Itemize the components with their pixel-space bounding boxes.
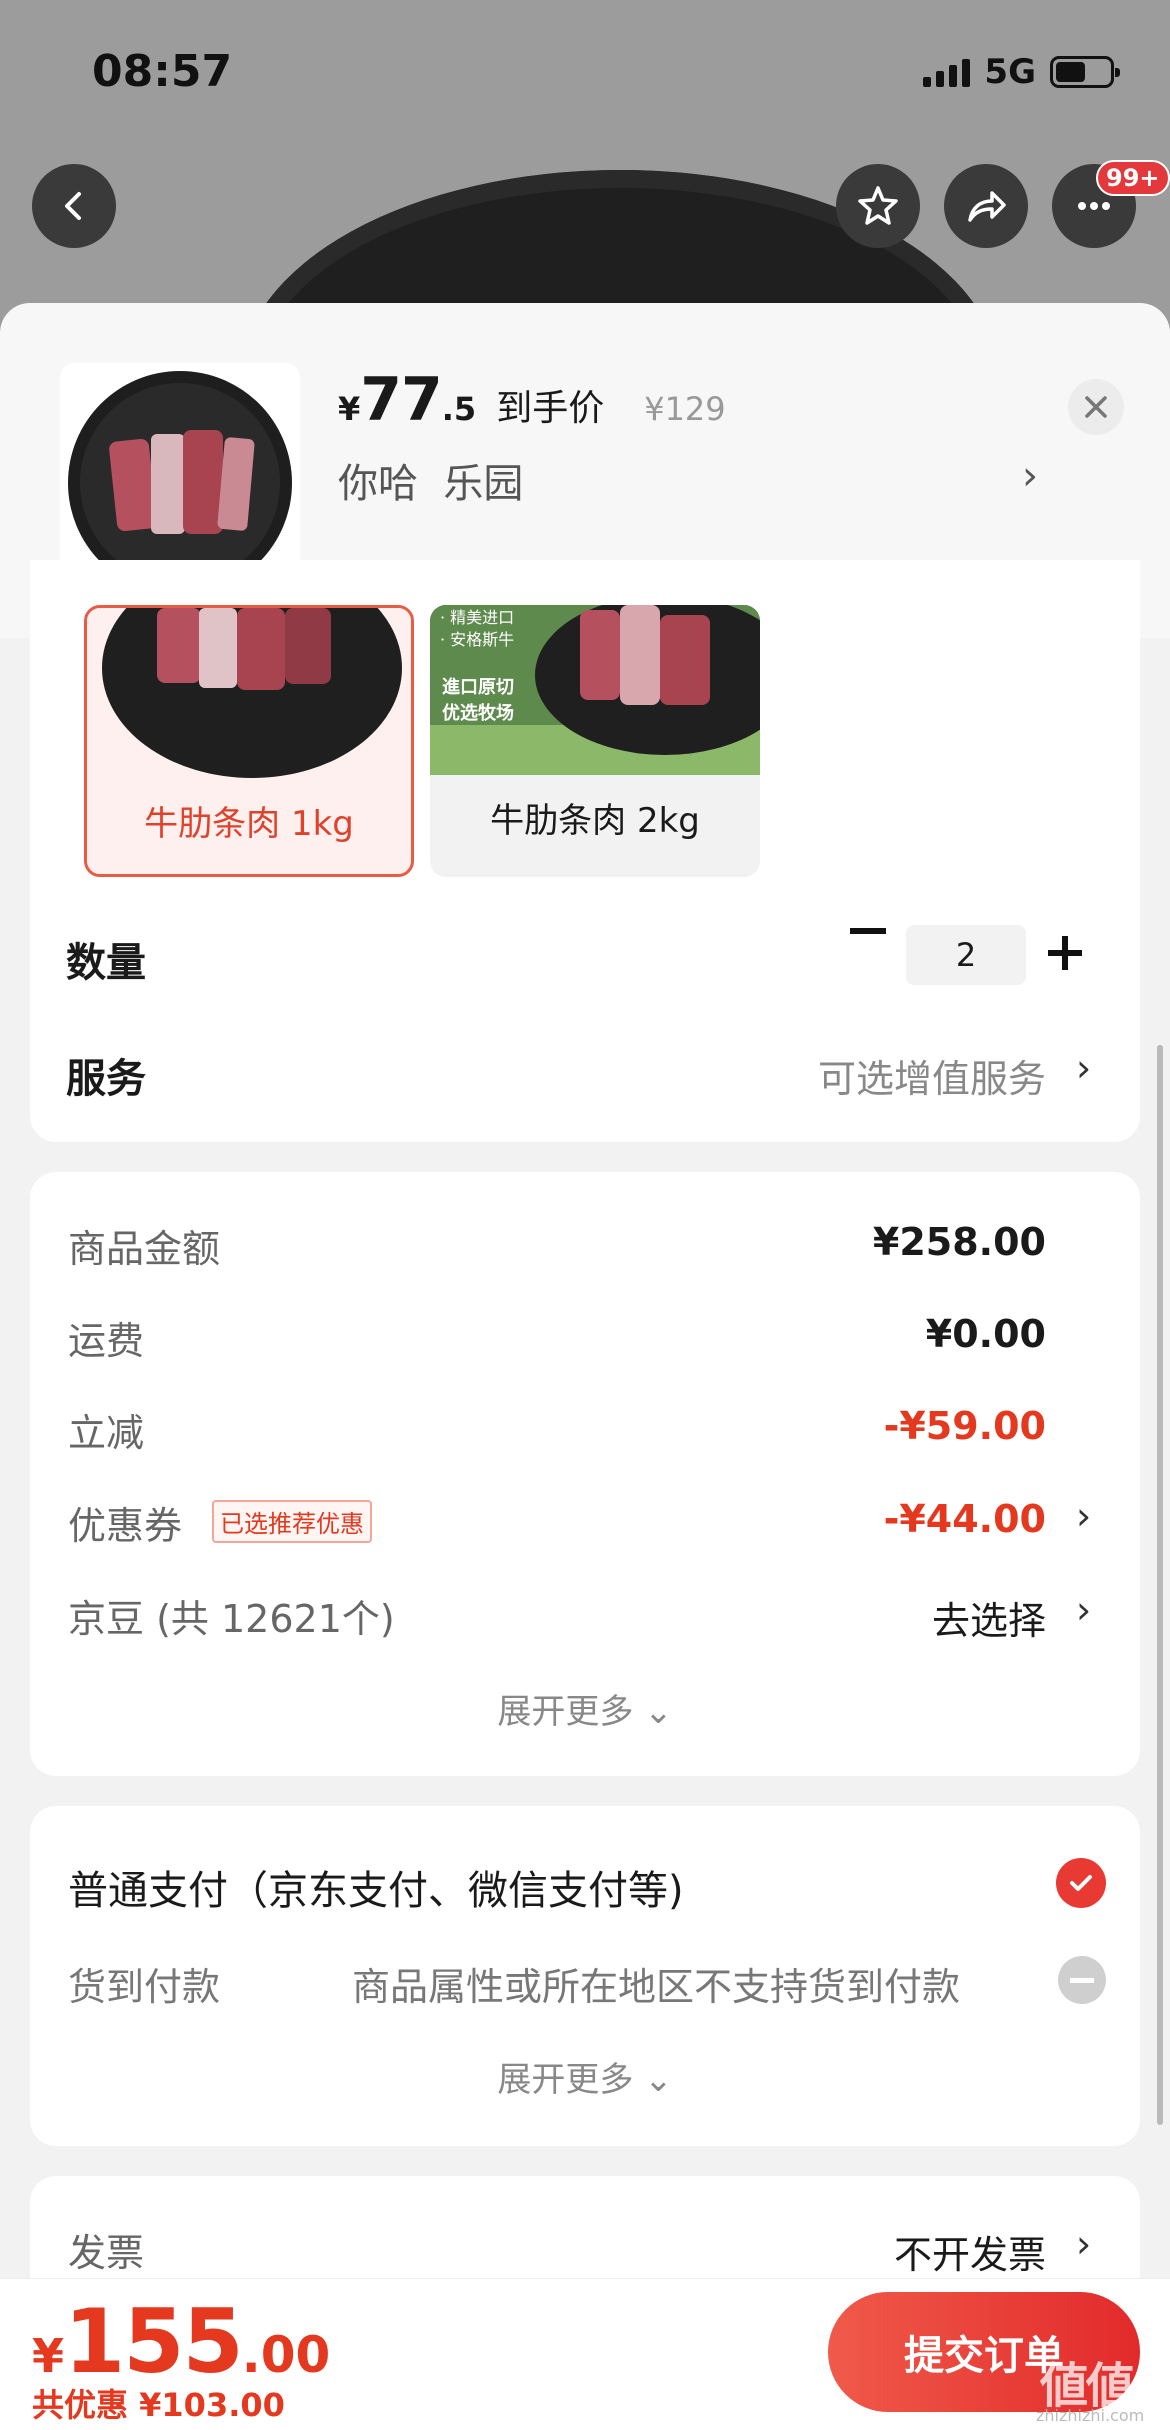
expand-more-payment[interactable]: 展开更多 ⌄: [0, 2052, 1170, 2101]
battery-level: [1056, 62, 1085, 82]
price-integer: 77: [360, 365, 442, 435]
spec-option-image-text: 优选牧场: [442, 703, 514, 724]
chevron-right-icon[interactable]: ›: [1076, 2222, 1091, 2266]
coupon-tag: 已选推荐优惠: [212, 1500, 372, 1543]
amount-value: ¥258.00: [872, 1220, 1046, 1264]
discount-label: 立减: [68, 1411, 145, 1455]
price-decimal: .5: [441, 390, 477, 428]
spec-option-image-text: · 精美进口: [440, 608, 515, 627]
price-summary: ¥ 77 .5 到手价 ¥129: [338, 365, 726, 435]
total-integer: 155: [64, 2290, 244, 2393]
signal-icon: [923, 57, 971, 87]
payment-selected-check[interactable]: [1056, 1858, 1106, 1908]
battery-icon: [1050, 56, 1120, 88]
favorite-button[interactable]: [836, 164, 920, 248]
coupon-value[interactable]: -¥44.00: [884, 1497, 1046, 1541]
quantity-increase-button[interactable]: [1048, 936, 1082, 970]
spec-option-image: [87, 608, 411, 778]
shipping-value: ¥0.00: [925, 1312, 1046, 1356]
spec-option-image: · 精美进口 · 安格斯牛 進口原切 优选牧场: [430, 605, 760, 775]
payment-normal-label[interactable]: 普通支付（京东支付、微信支付等): [68, 1858, 684, 1916]
quantity-input[interactable]: 2: [906, 925, 1026, 985]
close-icon: [1085, 396, 1107, 418]
amount-label: 商品金额: [68, 1227, 221, 1271]
back-button[interactable]: [32, 164, 116, 248]
selected-variant[interactable]: 你哈 乐园: [338, 451, 523, 509]
total-currency: ¥: [32, 2329, 65, 2383]
invoice-label: 发票: [68, 2231, 145, 2275]
share-icon: [968, 191, 1006, 222]
star-icon: [858, 186, 898, 225]
chevron-right-icon[interactable]: ›: [1076, 1588, 1091, 1632]
chevron-right-icon[interactable]: ›: [1076, 1494, 1091, 1538]
total-decimal: .00: [241, 2326, 331, 2384]
order-total: ¥ 155 .00: [32, 2290, 330, 2393]
check-icon: [1070, 1875, 1092, 1891]
watermark-text: zhizhizhi.com: [1036, 2406, 1145, 2425]
close-button[interactable]: [1068, 379, 1124, 435]
spec-option-label: 牛肋条肉 1kg: [144, 804, 354, 844]
network-label: 5G: [984, 52, 1036, 92]
original-price: ¥129: [644, 390, 726, 428]
total-saved: 共优惠 ¥103.00: [32, 2386, 285, 2424]
coupon-label: 优惠券: [68, 1504, 183, 1548]
spec-option-image-text: 進口原切: [442, 677, 514, 698]
jingdou-value[interactable]: 去选择: [932, 1590, 1046, 1645]
discount-value: -¥59.00: [883, 1404, 1046, 1448]
back-icon: [65, 192, 81, 220]
price-currency: ¥: [338, 390, 361, 428]
notification-badge: 99+: [1096, 160, 1170, 196]
service-value[interactable]: 可选增值服务: [818, 1048, 1046, 1103]
payment-cod-label: 货到付款: [68, 1965, 221, 2009]
service-label: 服务: [66, 1056, 146, 1102]
spec-option-label: 牛肋条肉 2kg: [490, 801, 700, 841]
price-tag: 到手价: [496, 388, 605, 429]
scrollbar[interactable]: [1157, 1045, 1163, 2125]
quantity-label: 数量: [66, 940, 146, 986]
spec-option-image-text: · 安格斯牛: [440, 630, 515, 649]
payment-disabled-icon: [1058, 1956, 1106, 2004]
jingdou-label: 京豆 (共 12621个): [68, 1597, 395, 1641]
chevron-right-icon[interactable]: ›: [1076, 1046, 1091, 1090]
spec-option-1kg[interactable]: 牛肋条肉 1kg: [84, 605, 414, 877]
spec-option-2kg[interactable]: · 精美进口 · 安格斯牛 進口原切 优选牧场 牛肋条肉 2kg: [430, 605, 760, 877]
status-time: 08:57: [92, 46, 233, 97]
share-button[interactable]: [944, 164, 1028, 248]
invoice-value[interactable]: 不开发票: [894, 2224, 1046, 2279]
expand-more-amounts[interactable]: 展开更多 ⌄: [0, 1684, 1170, 1733]
payment-cod-note: 商品属性或所在地区不支持货到付款: [352, 1965, 961, 2009]
status-indicators: 5G: [923, 52, 1120, 92]
chevron-right-icon[interactable]: ›: [1022, 453, 1038, 499]
shipping-label: 运费: [68, 1319, 145, 1363]
quantity-decrease-button[interactable]: [850, 928, 886, 934]
